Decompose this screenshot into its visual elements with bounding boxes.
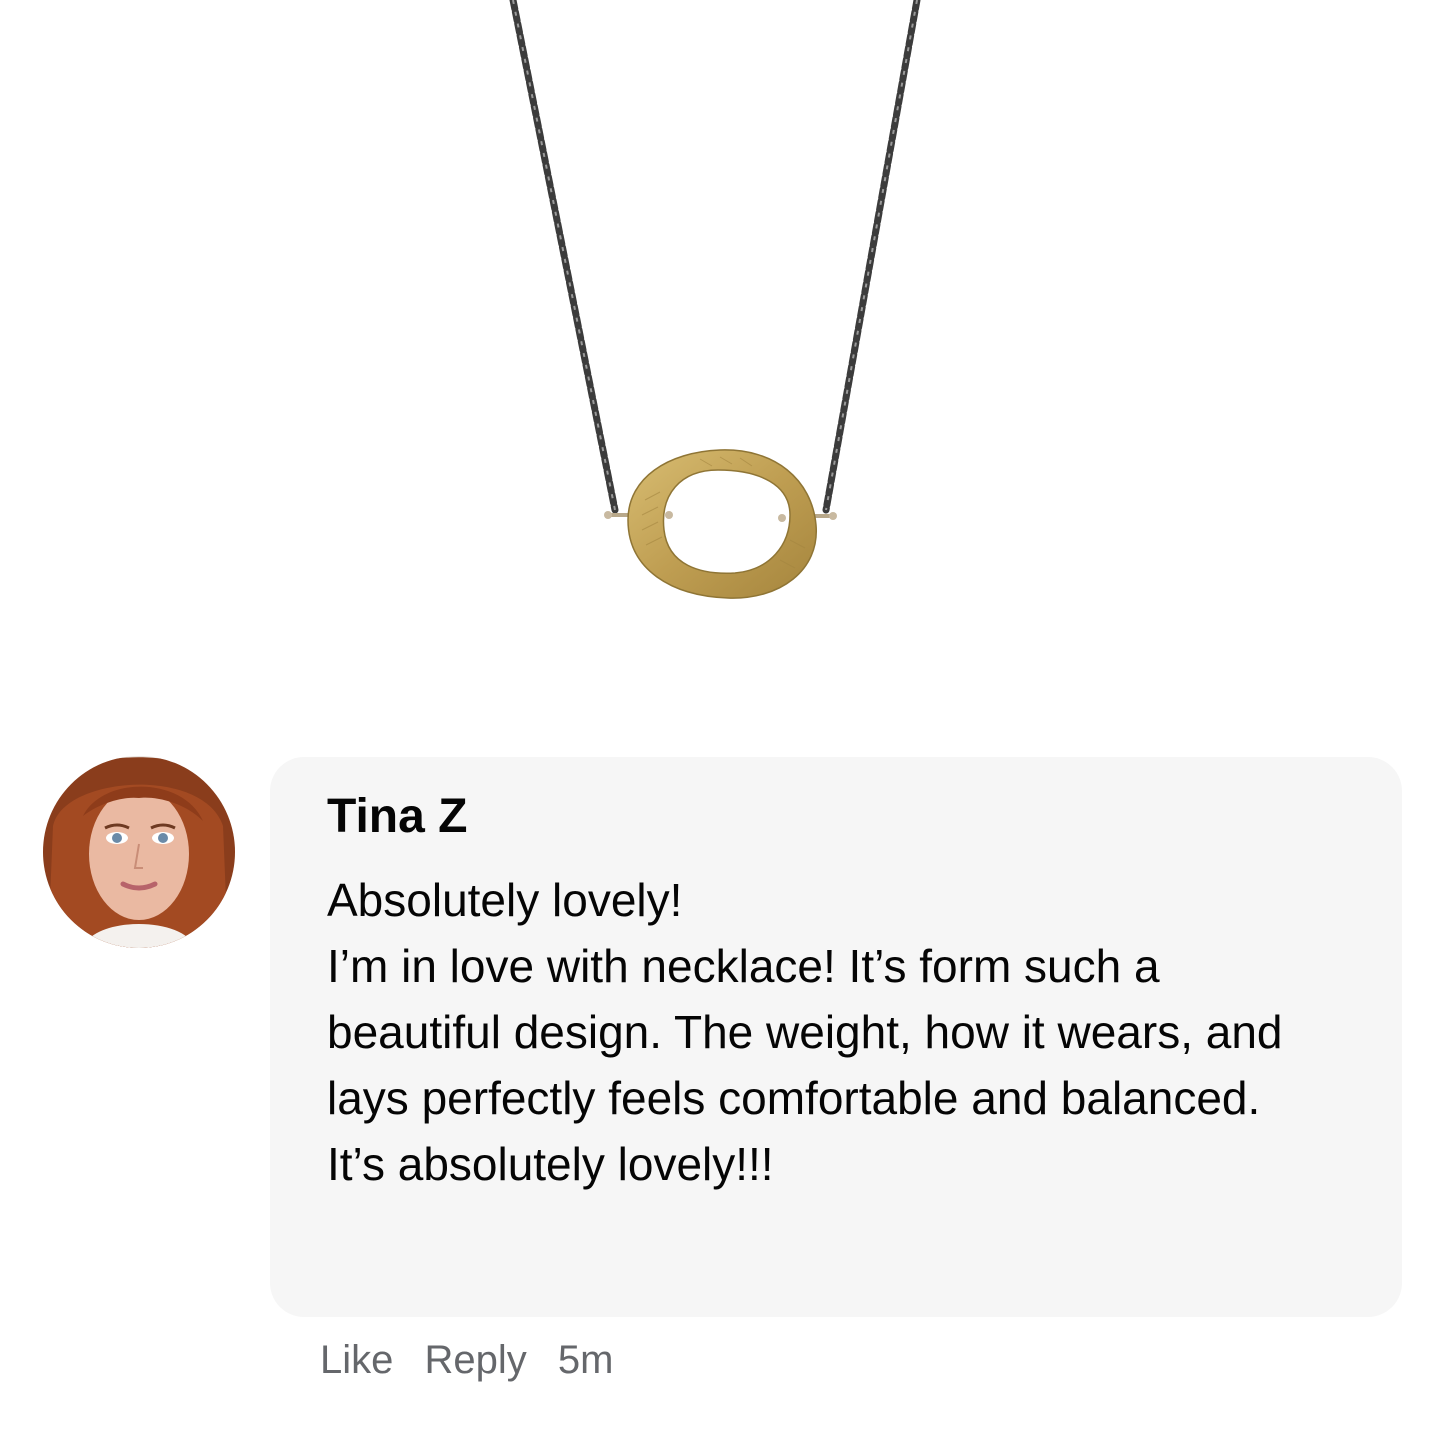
comment-text-line: I’m in love with necklace! It’s form suc…	[327, 940, 1160, 992]
necklace-product-image	[0, 0, 1445, 720]
avatar[interactable]	[43, 756, 235, 948]
comment-text-line: lays perfectly feels comfortable and bal…	[327, 1072, 1261, 1124]
comment-text: Absolutely lovely! I’m in love with neck…	[327, 867, 1367, 1197]
like-button[interactable]: Like	[320, 1338, 393, 1382]
comment-timestamp[interactable]: 5m	[558, 1338, 614, 1382]
comment-text-line: beautiful design. The weight, how it wea…	[327, 1006, 1283, 1058]
comment-bubble: Tina Z Absolutely lovely! I’m in love wi…	[270, 757, 1402, 1317]
comment-text-line: It’s absolutely lovely!!!	[327, 1138, 774, 1190]
comment-actions: Like Reply 5m	[320, 1334, 633, 1386]
reply-button[interactable]: Reply	[425, 1338, 527, 1382]
comment-author-name[interactable]: Tina Z	[327, 789, 467, 845]
comment-text-line: Absolutely lovely!	[327, 874, 683, 926]
